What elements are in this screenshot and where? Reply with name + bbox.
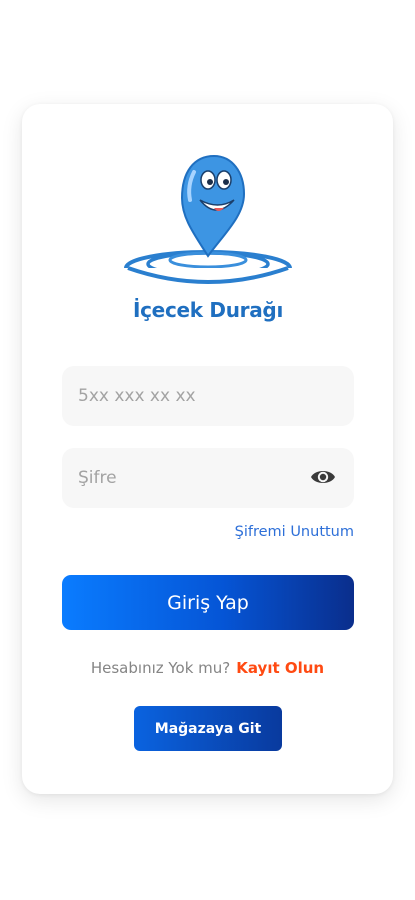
signup-prompt: Hesabınız Yok mu? Kayıt Olun — [0, 659, 415, 677]
brand-name: İçecek Durağı — [132, 298, 284, 322]
password-field[interactable] — [62, 448, 354, 508]
phone-field[interactable] — [62, 366, 354, 426]
login-screen: İçecek Durağı Şifremi Unuttum Giriş Yap … — [0, 0, 415, 900]
signup-question: Hesabınız Yok mu? — [90, 659, 231, 677]
phone-input[interactable] — [62, 366, 354, 426]
login-button[interactable]: Giriş Yap — [62, 575, 354, 630]
eye-icon[interactable] — [310, 466, 336, 488]
go-to-store-button[interactable]: Mağazaya Git — [134, 706, 282, 751]
signup-link[interactable]: Kayıt Olun — [236, 659, 324, 677]
water-drop-mascot-icon — [122, 154, 294, 288]
forgot-password-link[interactable]: Şifremi Unuttum — [235, 524, 354, 540]
